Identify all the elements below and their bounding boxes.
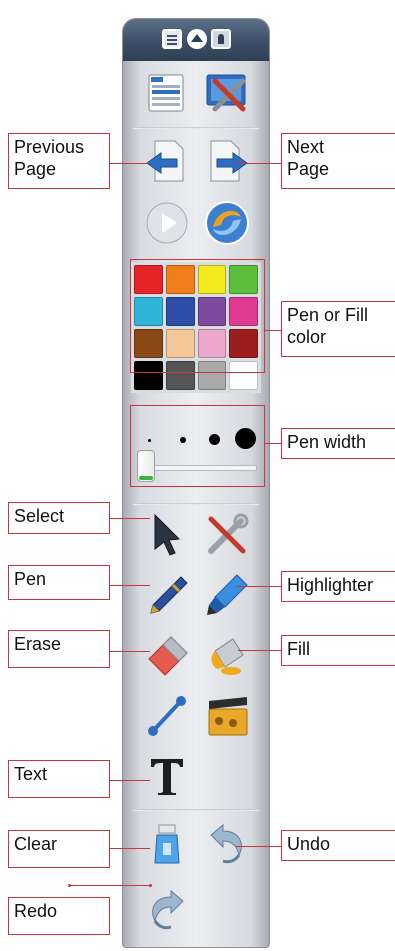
line-tool-icon: [148, 696, 186, 736]
clapperboard-icon: [208, 697, 248, 736]
callout-previous-page: Previous Page: [8, 133, 110, 189]
callout-redo: Redo: [8, 897, 110, 935]
callout-leader: [233, 163, 281, 164]
pen-button[interactable]: [143, 571, 191, 619]
redo-arrow-icon: [152, 889, 184, 930]
tools-settings-button[interactable]: [203, 69, 251, 117]
callout-leader: [110, 163, 148, 164]
clear-button[interactable]: [143, 819, 191, 867]
play-button[interactable]: [143, 199, 191, 247]
pen-icon: [150, 576, 188, 614]
screen-tools-icon: [206, 74, 246, 112]
erase-button[interactable]: [143, 631, 191, 679]
swirl-app-icon: [205, 201, 249, 245]
select-button[interactable]: [143, 511, 191, 559]
callout-leader: [110, 518, 150, 519]
spray-bottle-icon: [154, 824, 180, 864]
play-icon: [146, 202, 188, 244]
next-page-icon: [210, 140, 248, 182]
callout-pen-width: Pen width: [281, 428, 395, 459]
previous-page-icon: [146, 140, 184, 182]
separator: [133, 127, 259, 129]
separator: [133, 809, 259, 811]
wrench-screwdriver-icon: [208, 513, 249, 554]
pen-width-highlight: [130, 405, 265, 487]
callout-leader: [265, 330, 281, 331]
callout-leader: [110, 651, 150, 652]
callout-leader: [236, 586, 281, 587]
callout-undo: Undo: [281, 830, 395, 861]
line-tool-button[interactable]: [143, 691, 191, 739]
next-page-button[interactable]: [203, 137, 251, 185]
previous-page-button[interactable]: [143, 137, 191, 185]
text-button[interactable]: [143, 751, 191, 799]
callout-leader-dot: [149, 884, 152, 887]
app-launcher-button[interactable]: [203, 199, 251, 247]
callout-leader: [110, 848, 150, 849]
highlighter-icon: [207, 574, 248, 615]
document-icon[interactable]: [162, 29, 182, 49]
fill-button[interactable]: [203, 631, 251, 679]
undo-button[interactable]: [203, 819, 251, 867]
callout-select: Select: [8, 502, 110, 534]
callout-pen: Pen: [8, 565, 110, 600]
text-t-icon: [151, 759, 183, 795]
redo-button[interactable]: [143, 885, 191, 933]
callout-highlighter: Highlighter: [281, 571, 395, 602]
media-button[interactable]: [203, 691, 251, 739]
menu-list-button[interactable]: [143, 69, 191, 117]
callout-text: Text: [8, 760, 110, 798]
callout-leader: [70, 885, 150, 886]
callout-leader: [265, 443, 281, 444]
tools-button[interactable]: [203, 511, 251, 559]
callout-leader: [236, 846, 281, 847]
paint-bucket-icon: [211, 638, 244, 675]
menu-list-icon: [148, 74, 184, 112]
callout-leader: [110, 780, 150, 781]
collapse-up-icon[interactable]: [187, 29, 207, 49]
callout-leader: [110, 585, 150, 586]
toolbar-titlebar: [123, 19, 269, 61]
callout-leader: [238, 650, 281, 651]
callout-pen-or-fill-color: Pen or Fill color: [281, 301, 395, 357]
callout-clear: Clear: [8, 830, 110, 868]
pin-icon[interactable]: [211, 29, 231, 49]
eraser-icon: [148, 636, 188, 676]
callout-fill: Fill: [281, 635, 395, 666]
undo-arrow-icon: [210, 823, 242, 864]
select-arrow-icon: [154, 513, 181, 556]
highlighter-button[interactable]: [203, 571, 251, 619]
separator: [133, 503, 259, 505]
callout-next-page: Next Page: [281, 133, 395, 189]
color-palette-highlight: [130, 259, 265, 373]
callout-erase: Erase: [8, 630, 110, 668]
